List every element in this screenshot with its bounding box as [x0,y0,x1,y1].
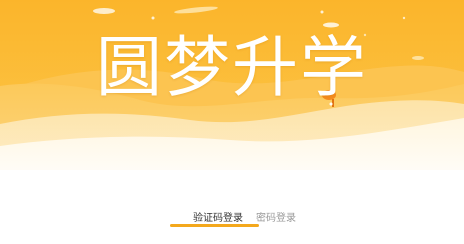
hero-title: 圆梦升学 [96,29,368,106]
active-tab-indicator [170,224,259,227]
login-tabs: 验证码登录 密码登录 [0,212,464,244]
tab-password-login[interactable]: 密码登录 [256,212,296,226]
hero-banner: 圆梦升学 [0,0,464,190]
login-page: 圆梦升学 验证码登录 密码登录 [0,0,464,244]
